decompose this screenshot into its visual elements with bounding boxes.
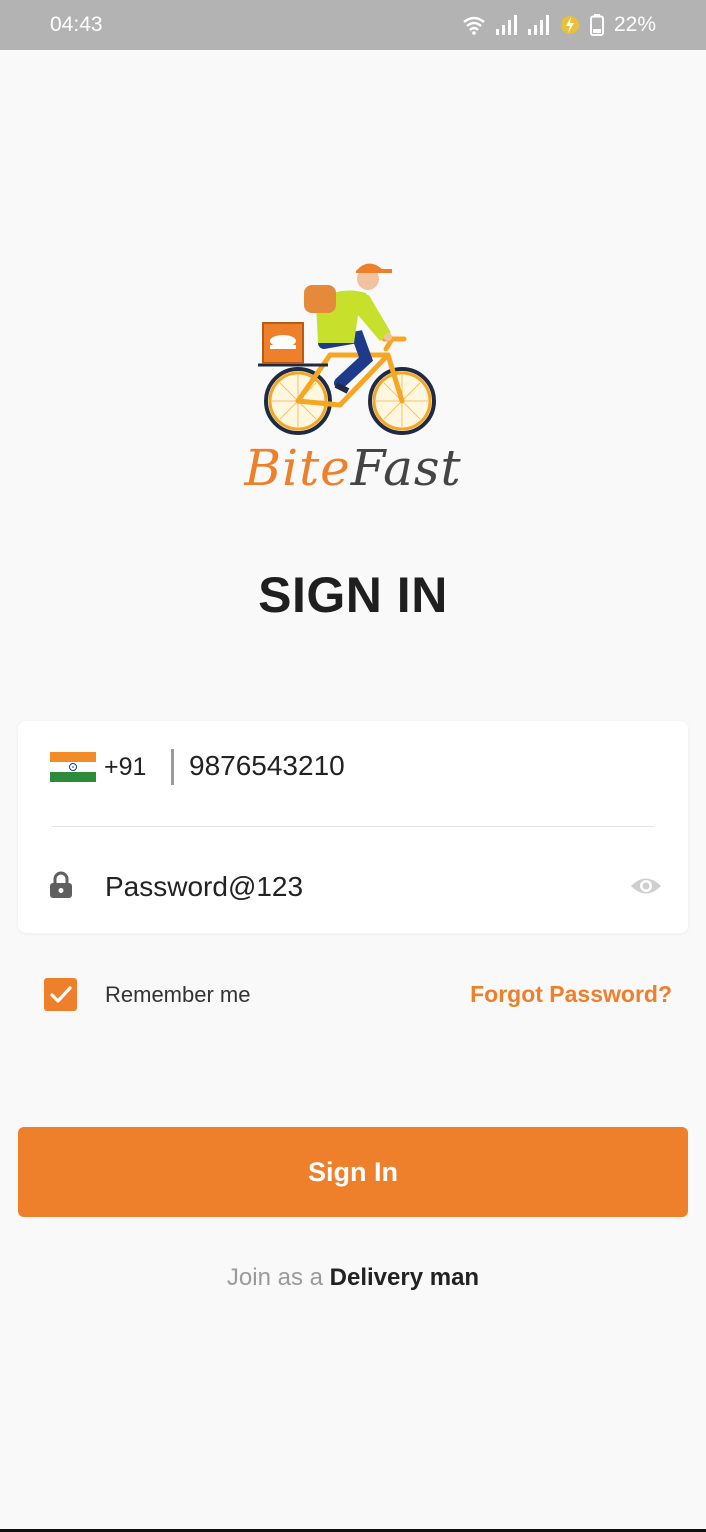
brand-name: BiteFast (244, 439, 461, 497)
india-flag-icon[interactable] (50, 752, 96, 782)
page-title: SIGN IN (258, 567, 448, 623)
remember-me[interactable]: Remember me (44, 978, 250, 1011)
join-delivery-man-link[interactable]: Delivery man (330, 1264, 479, 1291)
logo: BiteFast (0, 255, 706, 525)
field-divider (171, 749, 174, 785)
charging-icon (560, 14, 580, 36)
join-link-row: Join as a Delivery man (0, 1264, 706, 1292)
sign-in-button[interactable]: Sign In (18, 1127, 688, 1217)
battery-icon (589, 14, 604, 36)
signal-icon (527, 15, 550, 35)
brand-name-part1: Bite (244, 439, 351, 497)
brand-name-part2: Fast (350, 439, 462, 497)
checkmark-icon (49, 985, 72, 1003)
row-divider (52, 826, 654, 827)
remember-checkbox[interactable] (44, 978, 77, 1011)
status-time: 04:43 (50, 13, 103, 36)
signal-icon (495, 15, 518, 35)
status-icons: 22% (462, 13, 656, 37)
delivery-bicycle-icon (258, 263, 436, 435)
eye-icon[interactable] (630, 875, 662, 902)
country-code[interactable]: +91 (104, 753, 146, 782)
remember-label: Remember me (105, 981, 251, 1007)
status-bar: 04:43 22% (0, 0, 706, 50)
password-input[interactable] (105, 867, 585, 907)
battery-percent: 22% (613, 13, 656, 36)
phone-input[interactable] (189, 745, 649, 787)
forgot-password-link[interactable]: Forgot Password? (470, 981, 672, 1008)
phone-row: +91 (18, 721, 688, 827)
join-prefix: Join as a (226, 1264, 330, 1291)
login-form-card: +91 (18, 721, 688, 933)
lock-icon (49, 871, 73, 904)
wifi-icon (462, 15, 486, 35)
